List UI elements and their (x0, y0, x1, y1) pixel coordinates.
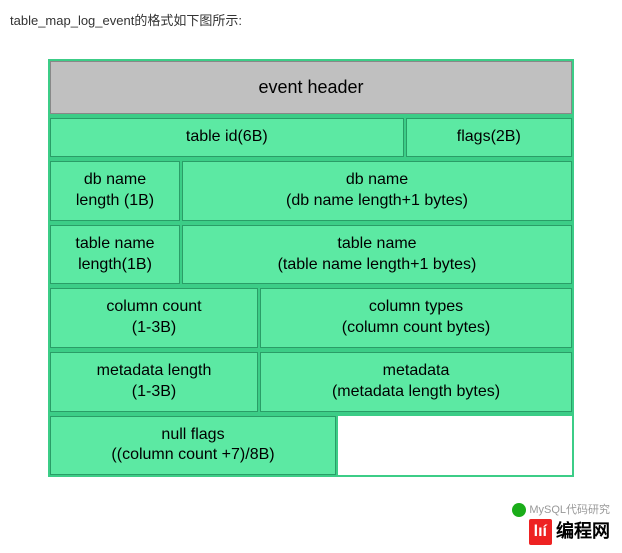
cell-column-count: column count(1-3B) (50, 288, 258, 348)
cell-table-id: table id(6B) (50, 118, 404, 157)
cell-empty (338, 416, 572, 476)
brand-text: 编程网 (556, 519, 610, 544)
row-table-name: table namelength(1B) table name(table na… (48, 223, 574, 287)
cell-db-name-length: db namelength (1B) (50, 161, 180, 221)
event-format-diagram: event header (48, 59, 574, 116)
intro-text: table_map_log_event的格式如下图所示: (10, 10, 612, 29)
row-table-flags: table id(6B) flags(2B) (48, 116, 574, 159)
cell-column-types: column types(column count bytes) (260, 288, 572, 348)
cell-metadata: metadata(metadata length bytes) (260, 352, 572, 412)
cell-metadata-length: metadata length(1-3B) (50, 352, 258, 412)
cell-table-name: table name(table name length+1 bytes) (182, 225, 572, 285)
watermark-line1: MySQL代码研究 (529, 504, 610, 516)
row-null-flags: null flags((column count +7)/8B) (48, 414, 574, 478)
cell-table-name-length: table namelength(1B) (50, 225, 180, 285)
cell-db-name: db name(db name length+1 bytes) (182, 161, 572, 221)
watermark-brand: lıí 编程网 (529, 519, 610, 545)
row-metadata: metadata length(1-3B) metadata(metadata … (48, 350, 574, 414)
row-db-name: db namelength (1B) db name(db name lengt… (48, 159, 574, 223)
cell-event-header: event header (50, 61, 572, 114)
cell-flags: flags(2B) (406, 118, 572, 157)
brand-logo-icon: lıí (529, 519, 552, 545)
row-column-count-types: column count(1-3B) column types(column c… (48, 286, 574, 350)
cell-null-flags: null flags((column count +7)/8B) (50, 416, 336, 476)
wechat-icon (512, 503, 526, 517)
watermark: MySQL代码研究 lıí 编程网 (512, 503, 610, 545)
diagram-container: event header table id(6B) flags(2B) db n… (48, 59, 574, 477)
